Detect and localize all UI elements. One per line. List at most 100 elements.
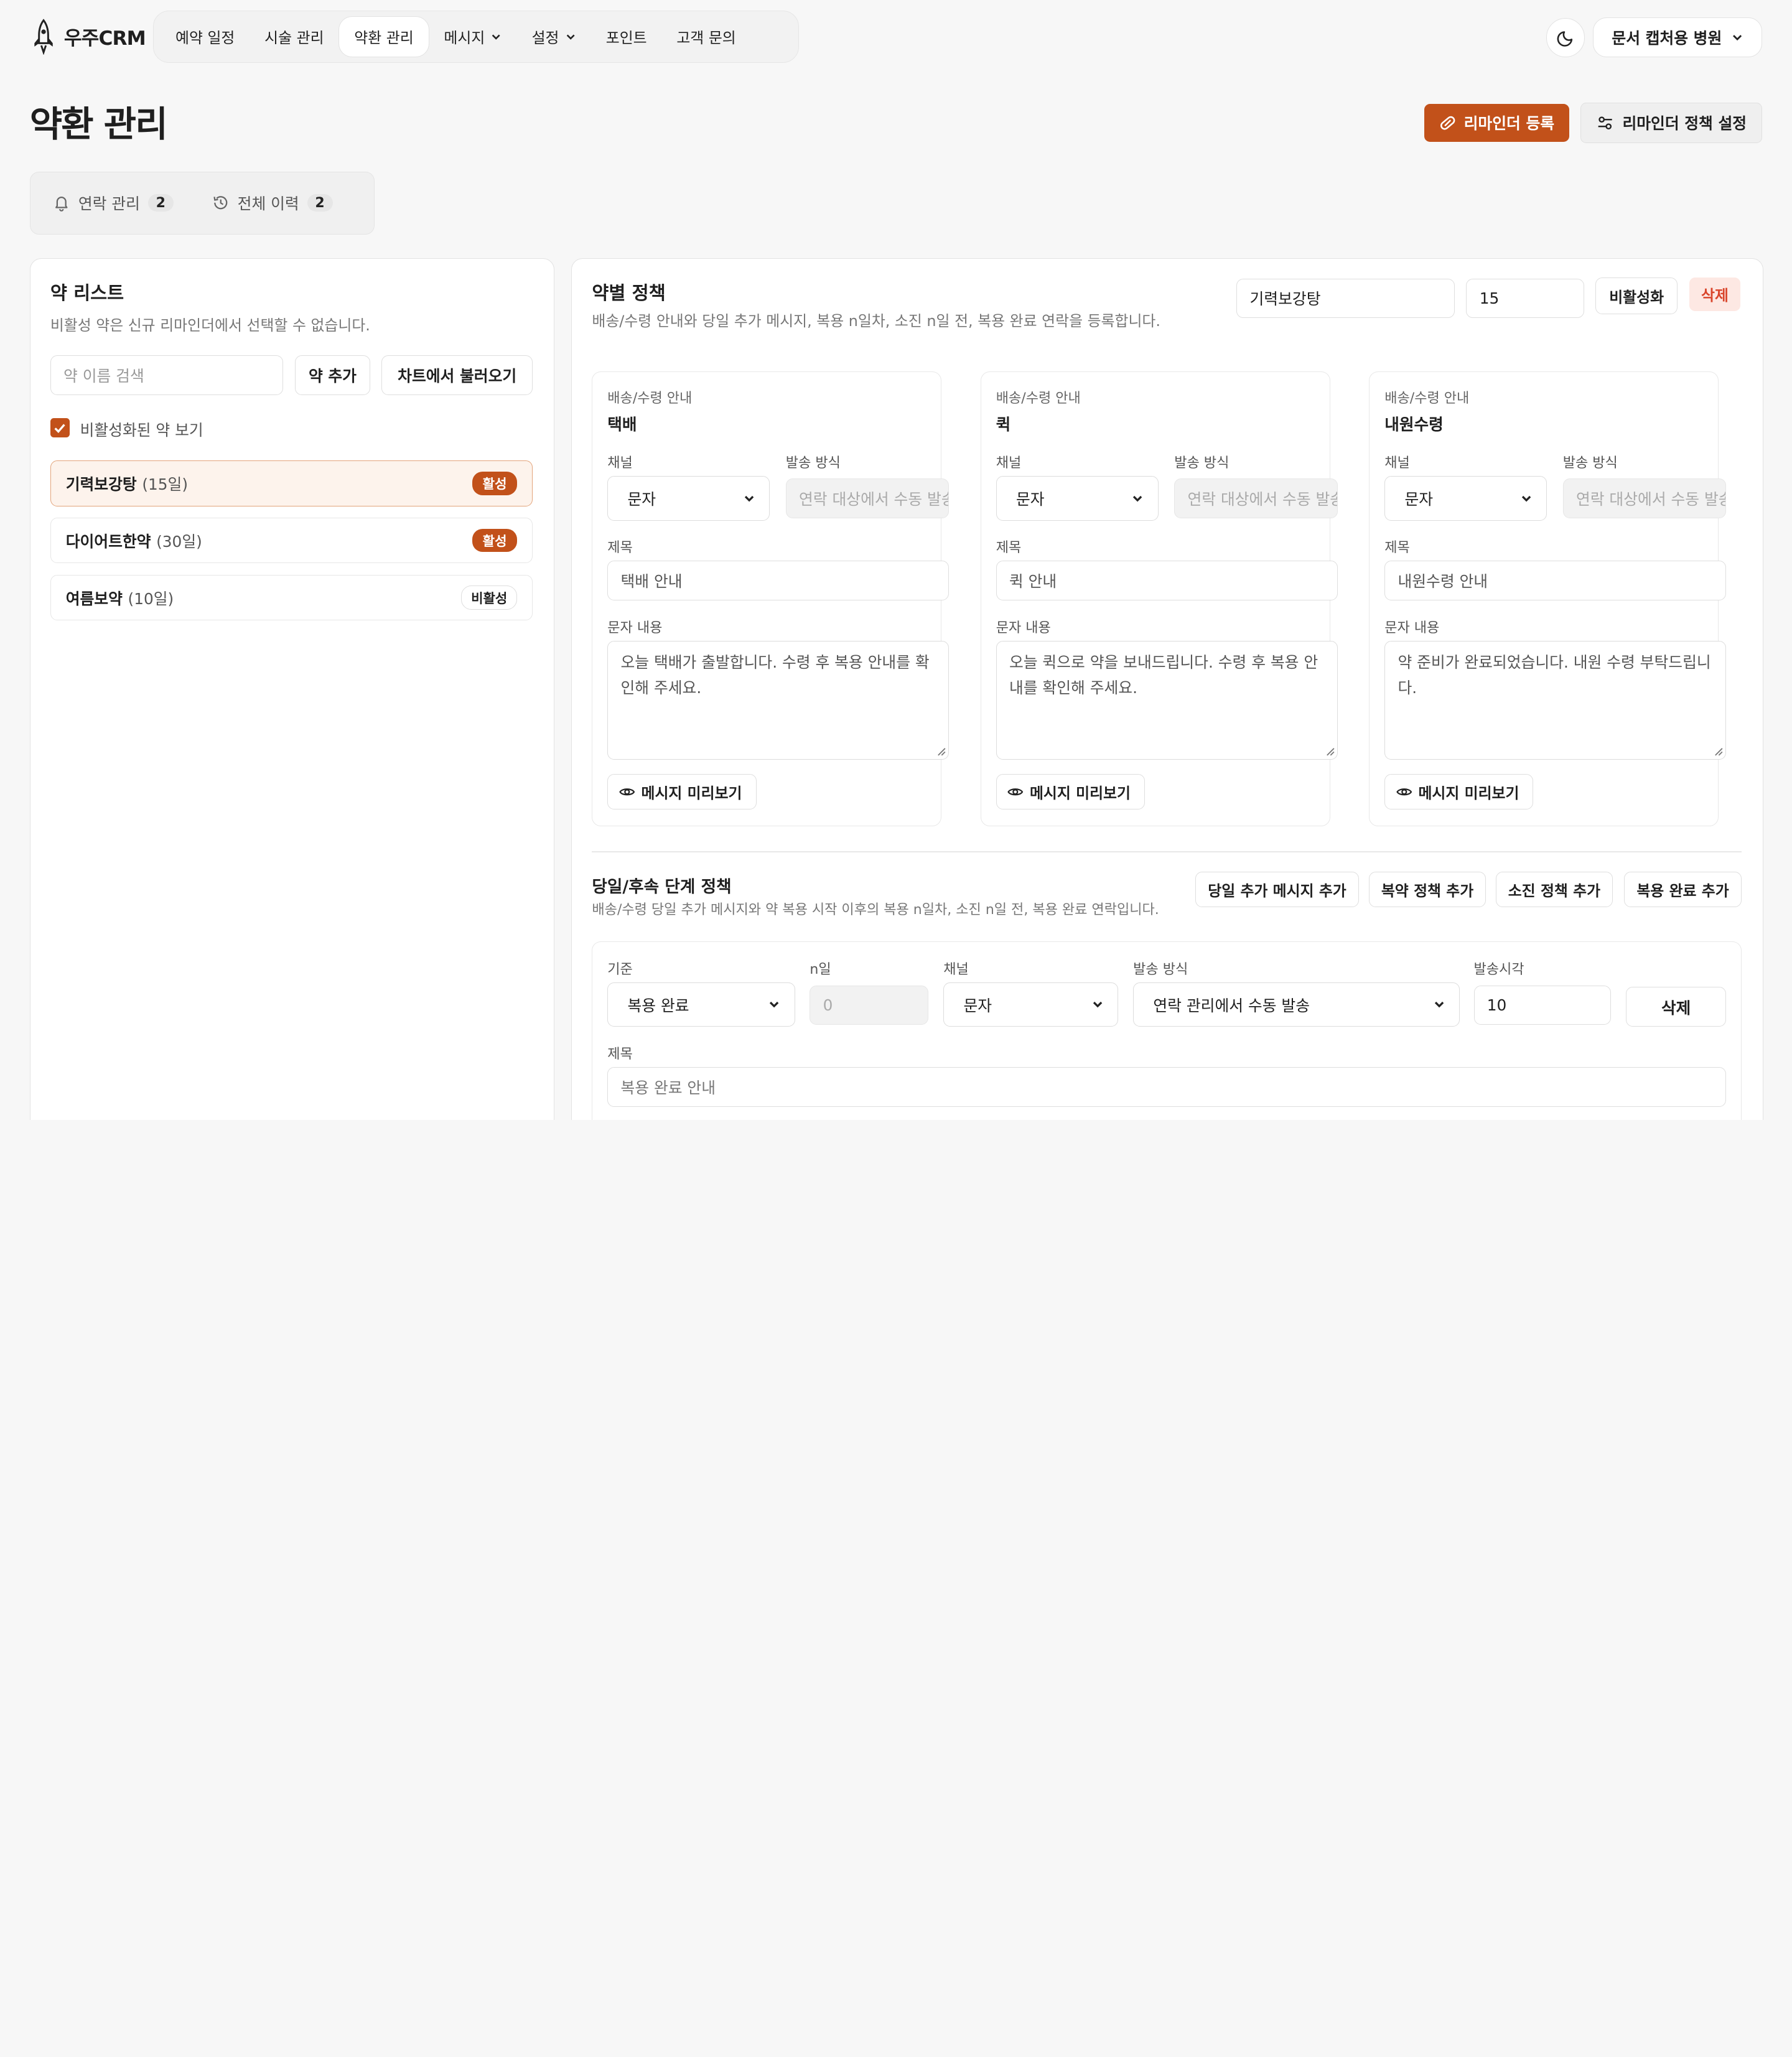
message-body-textarea[interactable]: 오늘 택배가 출발합니다. 수령 후 복용 안내를 확인해 주세요.: [607, 640, 950, 760]
stage-policy-row: 기준 n일 채널 발송 방식 발송시각 복용 완료 0 문자 연락 관리에서 수…: [592, 941, 1742, 1120]
send-time-input[interactable]: 10: [1473, 986, 1611, 1025]
nav-label: 시술 관리: [264, 29, 324, 47]
basis-select[interactable]: 복용 완료: [607, 982, 795, 1027]
preview-label: 메시지 미리보기: [641, 785, 742, 803]
method-label: 발송 방식: [785, 455, 841, 472]
channel-select[interactable]: 문자: [943, 982, 1119, 1027]
nav-item-medicine[interactable]: 약환 관리: [338, 16, 429, 57]
nav-label: 메시지: [444, 29, 485, 47]
bell-icon: [55, 197, 68, 212]
medicine-days-field[interactable]: 15: [1466, 279, 1584, 318]
subject-input[interactable]: 내원수령 안내: [1384, 560, 1727, 601]
send-method-select-value: 연락 관리에서 수동 발송: [1153, 996, 1310, 1015]
add-depletion-policy-button[interactable]: 소진 정책 추가: [1496, 872, 1613, 908]
channel-select-value: 문자: [1404, 490, 1434, 508]
method-input[interactable]: 연락 대상에서 수동 발송: [1174, 478, 1338, 519]
basis-select-value: 복용 완료: [627, 996, 689, 1015]
message-preview-button[interactable]: 메시지 미리보기: [607, 774, 757, 810]
subject-input[interactable]: 퀵 안내: [996, 560, 1338, 601]
message-body-text: 약 준비가 완료되었습니다. 내원 수령 부탁드립니다.: [1398, 653, 1711, 697]
channel-label: 채널: [943, 962, 969, 978]
medicine-list-item[interactable]: 여름보약 (10일) 비활성: [50, 574, 533, 621]
add-same-day-message-button[interactable]: 당일 추가 메시지 추가: [1195, 872, 1359, 908]
medicine-list-item[interactable]: 기력보강탕 (15일) 활성: [50, 460, 533, 506]
rocket-logo-icon: [34, 19, 53, 55]
chevron-down-icon: [770, 1002, 779, 1008]
medicine-days: (30일): [156, 532, 202, 551]
status-badge: 활성: [472, 472, 518, 495]
nav-item-procedures[interactable]: 시술 관리: [250, 17, 338, 57]
chevron-down-icon: [744, 495, 754, 502]
nav-item-reservations[interactable]: 예약 일정: [161, 17, 250, 57]
channel-label: 채널: [1384, 455, 1410, 472]
theme-toggle-button[interactable]: [1546, 18, 1585, 57]
method-input[interactable]: 연락 대상에서 수동 발송: [785, 478, 950, 519]
tab-full-history[interactable]: 전체 이력 2: [212, 192, 333, 214]
chevron-down-icon: [492, 34, 501, 40]
nav-item-settings[interactable]: 설정: [517, 17, 591, 57]
nday-input[interactable]: 0: [810, 986, 929, 1025]
medicine-name: 다이어트한약 (30일): [66, 529, 202, 552]
resize-handle-icon[interactable]: [1714, 747, 1724, 757]
policy-title: 약별 정책: [592, 282, 666, 304]
medicine-list-desc: 비활성 약은 신규 리마인더에서 선택할 수 없습니다.: [50, 317, 370, 335]
nav-label: 약환 관리: [354, 29, 414, 47]
card-eyebrow: 배송/수령 안내: [996, 390, 1081, 406]
channel-select[interactable]: 문자: [996, 476, 1159, 521]
section-divider: [592, 851, 1742, 853]
stage-policy-title: 당일/후속 단계 정책: [592, 877, 732, 897]
card-title: 내원수령: [1384, 416, 1444, 435]
message-preview-button[interactable]: 메시지 미리보기: [1384, 774, 1534, 810]
channel-select[interactable]: 문자: [1384, 476, 1547, 521]
medicine-list-item[interactable]: 다이어트한약 (30일) 활성: [50, 518, 533, 564]
moon-icon: [1557, 31, 1572, 47]
stage-policy-desc: 배송/수령 당일 추가 메시지와 약 복용 시작 이후의 복용 n일차, 소진 …: [592, 902, 1159, 918]
medicine-name-text: 다이어트한약: [65, 532, 151, 551]
nav-label: 설정: [531, 29, 559, 47]
delete-stage-button[interactable]: 삭제: [1625, 987, 1727, 1027]
send-method-select[interactable]: 연락 관리에서 수동 발송: [1133, 982, 1460, 1027]
status-badge: 비활성: [461, 585, 518, 610]
nav-item-points[interactable]: 포인트: [591, 17, 662, 57]
medicine-list-title: 약 리스트: [50, 282, 124, 304]
message-body-textarea[interactable]: 약 준비가 완료되었습니다. 내원 수령 부탁드립니다.: [1384, 640, 1727, 760]
reminder-policy-settings-label: 리마인더 정책 설정: [1622, 114, 1747, 133]
subject-input[interactable]: 택배 안내: [607, 560, 950, 601]
resize-handle-icon[interactable]: [1326, 747, 1335, 757]
channel-label: 채널: [607, 455, 633, 472]
body-label: 문자 내용: [996, 620, 1051, 636]
register-reminder-button[interactable]: 리마인더 등록: [1424, 104, 1569, 142]
nav-label: 포인트: [605, 29, 647, 47]
reminder-policy-settings-button[interactable]: 리마인더 정책 설정: [1580, 103, 1763, 143]
card-title: 택배: [607, 416, 637, 435]
medicine-name-field[interactable]: 기력보강탕: [1236, 279, 1455, 318]
chevron-down-icon: [1093, 1002, 1103, 1008]
brand[interactable]: 우주CRM: [30, 18, 146, 55]
brand-name: 우주CRM: [63, 27, 146, 50]
clinic-selector[interactable]: 문서 캡처용 병원: [1593, 17, 1763, 57]
delete-medicine-button[interactable]: 삭제: [1689, 278, 1741, 311]
add-dosage-policy-button[interactable]: 복약 정책 추가: [1369, 872, 1486, 908]
import-from-chart-button[interactable]: 차트에서 불러오기: [381, 355, 533, 396]
preview-label: 메시지 미리보기: [1029, 785, 1131, 803]
medicine-search-input[interactable]: 약 이름 검색: [50, 355, 284, 396]
tab-label: 연락 관리: [78, 195, 140, 213]
delivery-card-courier: 배송/수령 안내 택배 채널 발송 방식 문자 연락 대상에서 수동 발송 제목…: [592, 371, 950, 826]
show-inactive-checkbox[interactable]: [50, 418, 70, 438]
message-preview-button[interactable]: 메시지 미리보기: [996, 774, 1145, 810]
channel-select[interactable]: 문자: [607, 476, 770, 521]
subject-label: 제목: [1384, 540, 1410, 556]
deactivate-button[interactable]: 비활성화: [1595, 278, 1678, 315]
add-medicine-button[interactable]: 약 추가: [294, 355, 371, 396]
nav-item-inquiries[interactable]: 고객 문의: [661, 17, 750, 57]
add-completion-button[interactable]: 복용 완료 추가: [1623, 872, 1742, 908]
message-body-textarea[interactable]: 오늘 퀵으로 약을 보내드립니다. 수령 후 복용 안내를 확인해 주세요.: [996, 640, 1338, 760]
resize-handle-icon[interactable]: [937, 747, 946, 757]
stage-subject-input[interactable]: 복용 완료 안내: [607, 1066, 1727, 1107]
method-input[interactable]: 연락 대상에서 수동 발송: [1562, 478, 1727, 519]
nav-item-messages[interactable]: 메시지: [429, 17, 517, 57]
show-inactive-label[interactable]: 비활성화된 약 보기: [80, 418, 203, 441]
clinic-label: 문서 캡처용 병원: [1612, 29, 1722, 47]
medicine-name-text: 기력보강탕: [65, 475, 137, 493]
tab-contact-management[interactable]: 연락 관리 2: [53, 192, 174, 214]
